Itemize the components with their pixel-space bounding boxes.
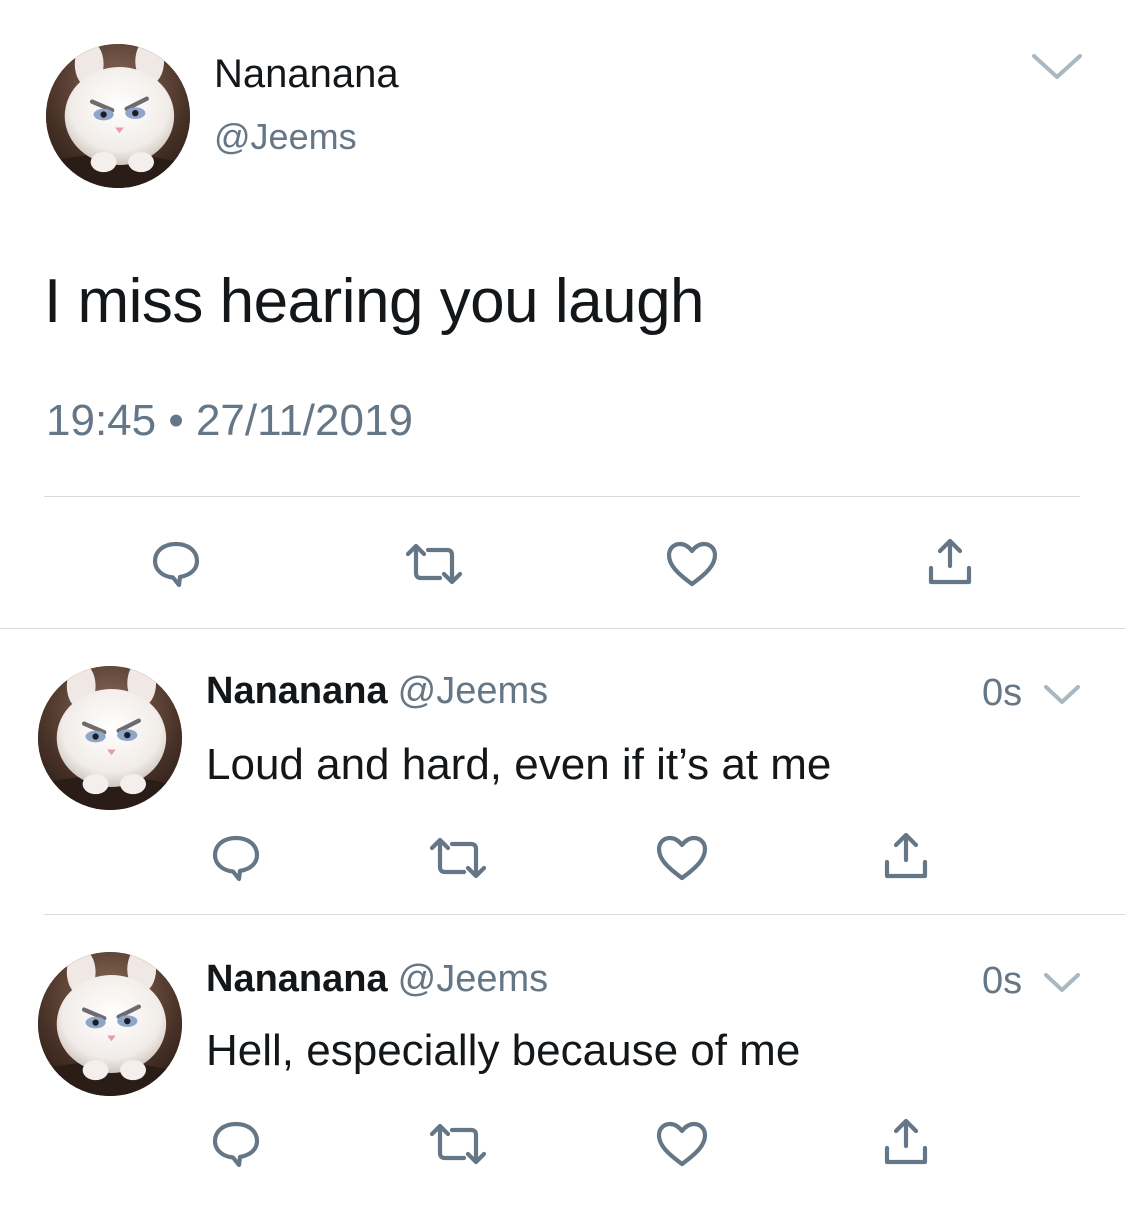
chevron-down-icon[interactable] (1042, 682, 1082, 708)
reply-button[interactable] (206, 1116, 266, 1172)
avatar[interactable] (38, 952, 182, 1096)
display-name[interactable]: Nananana (214, 52, 399, 97)
like-button[interactable] (662, 536, 722, 592)
divider (0, 628, 1125, 629)
heart-icon (656, 835, 708, 881)
reply-header: Nananana @Jeems (206, 670, 548, 713)
chevron-down-icon[interactable] (1030, 50, 1084, 84)
retweet-button[interactable] (424, 1116, 492, 1172)
reply-icon (152, 541, 200, 588)
reply-time[interactable]: 0s (982, 960, 1022, 1003)
reply-text: Hell, especially because of me (206, 1026, 801, 1075)
chevron-down-icon[interactable] (1042, 970, 1082, 996)
reply-button[interactable] (146, 536, 206, 592)
reply-text: Loud and hard, even if it’s at me (206, 740, 832, 789)
white-rabbit-avatar-icon (46, 44, 190, 188)
retweet-button[interactable] (400, 536, 468, 592)
reply-icon (212, 1121, 260, 1168)
retweet-button[interactable] (424, 830, 492, 886)
reply-icon (212, 835, 260, 882)
reply-header: Nananana @Jeems (206, 958, 548, 1001)
divider (44, 496, 1080, 497)
user-handle[interactable]: @Jeems (214, 116, 357, 158)
share-button[interactable] (920, 532, 980, 592)
like-button[interactable] (652, 1116, 712, 1172)
heart-icon (656, 1121, 708, 1167)
heart-icon (666, 541, 718, 587)
user-handle[interactable]: @Jeems (398, 958, 549, 1000)
white-rabbit-avatar-icon (38, 666, 182, 810)
divider (44, 914, 1125, 915)
share-icon (884, 832, 928, 879)
reply-time[interactable]: 0s (982, 672, 1022, 715)
share-button[interactable] (876, 826, 936, 886)
avatar[interactable] (38, 666, 182, 810)
reply-button[interactable] (206, 830, 266, 886)
share-icon (928, 538, 972, 585)
retweet-icon (429, 837, 487, 879)
tweet-timestamp[interactable]: 19:45 • 27/11/2019 (46, 396, 413, 446)
tweet-text: I miss hearing you laugh (44, 267, 705, 336)
user-handle[interactable]: @Jeems (398, 670, 549, 712)
share-button[interactable] (876, 1112, 936, 1172)
retweet-icon (429, 1123, 487, 1165)
retweet-icon (405, 543, 463, 585)
display-name[interactable]: Nananana (206, 958, 388, 1000)
share-icon (884, 1118, 928, 1165)
like-button[interactable] (652, 830, 712, 886)
display-name[interactable]: Nananana (206, 670, 388, 712)
avatar[interactable] (46, 44, 190, 188)
white-rabbit-avatar-icon (38, 952, 182, 1096)
